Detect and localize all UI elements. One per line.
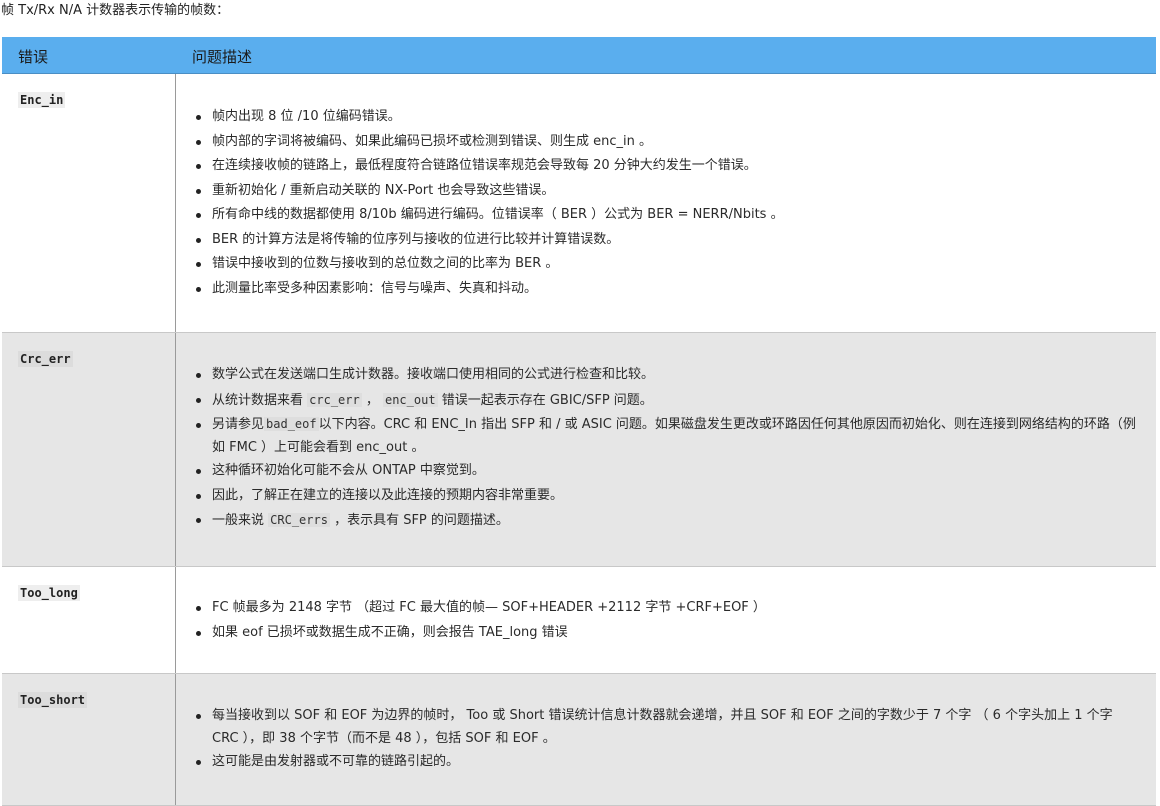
item-text: 错误一起表示存在 GBIC/SFP 问题。 xyxy=(437,392,653,408)
description-list: 帧内出现 8 位 /10 位编码错误。 帧内部的字词将被编码、如果此编码已损坏或… xyxy=(194,105,1142,301)
header-description: 问题描述 xyxy=(192,48,253,66)
table-row: Too_long FC 帧最多为 2148 字节 （超过 FC 最大值的帧— S… xyxy=(2,567,1156,674)
list-item: 因此，了解正在建立的连接以及此连接的预期内容非常重要。 xyxy=(194,484,1142,509)
list-item: 帧内部的字词将被编码、如果此编码已损坏或检测到错误、则生成 enc_in 。 xyxy=(194,130,1142,155)
error-code: Crc_err xyxy=(18,351,73,367)
list-item: 这可能是由发射器或不可靠的链路引起的。 xyxy=(194,750,1142,775)
list-item: 帧内出现 8 位 /10 位编码错误。 xyxy=(194,105,1142,130)
list-item: 重新初始化 / 重新启动关联的 NX-Port 也会导致这些错误。 xyxy=(194,179,1142,204)
list-item: 从统计数据来看 crc_err ， enc_out 错误一起表示存在 GBIC/… xyxy=(194,388,1142,414)
table-row: Too_short 每当接收到以 SOF 和 EOF 为边界的帧时， Too 或… xyxy=(2,674,1156,806)
list-item: 如果 eof 已损坏或数据生成不正确，则会报告 TAE_long 错误 xyxy=(194,621,1142,646)
error-code: Enc_in xyxy=(18,92,66,108)
header-error: 错误 xyxy=(18,48,49,66)
inline-code: enc_out xyxy=(382,392,438,407)
table-header: 错误 问题描述 xyxy=(2,37,1156,74)
item-text: ， xyxy=(361,392,383,408)
intro-text: 帧 Tx/Rx N/A 计数器表示传输的帧数： xyxy=(1,3,230,18)
description-list: 数学公式在发送端口生成计数器。接收端口使用相同的公式进行检查和比较。 从统计数据… xyxy=(194,363,1142,534)
list-item: 一般来说 CRC_errs ，表示具有 SFP 的问题描述。 xyxy=(194,508,1142,534)
description-list: FC 帧最多为 2148 字节 （超过 FC 最大值的帧— SOF+HEADER… xyxy=(194,596,1142,645)
item-text: ，表示具有 SFP 的问题描述。 xyxy=(329,513,509,528)
column-divider xyxy=(175,333,176,566)
column-divider xyxy=(175,674,176,805)
item-text: 一般来说 xyxy=(212,513,269,528)
error-code: Too_short xyxy=(18,692,88,708)
list-item: FC 帧最多为 2148 字节 （超过 FC 最大值的帧— SOF+HEADER… xyxy=(194,596,1142,621)
table-row: Enc_in 帧内出现 8 位 /10 位编码错误。 帧内部的字词将被编码、如果… xyxy=(2,74,1156,333)
list-item: 另请参见 bad_eof 以下内容。CRC 和 ENC_In 指出 SFP 和 / … xyxy=(194,413,1142,459)
inline-code: bad_eof xyxy=(264,417,319,431)
list-item: 错误中接收到的位数与接收到的总位数之间的比率为 BER 。 xyxy=(194,252,1142,277)
item-text: 从统计数据来看 xyxy=(212,392,308,408)
inline-code: crc_err xyxy=(307,392,362,407)
list-item: 在连续接收帧的链路上，最低程度符合链路位错误率规范会导致每 20 分钟大约发生一… xyxy=(194,154,1142,179)
list-item: 所有命中线的数据都使用 8/10b 编码进行编码。位错误率（ BER ）公式为 … xyxy=(194,203,1142,228)
description-list: 每当接收到以 SOF 和 EOF 为边界的帧时， Too 或 Short 错误统… xyxy=(194,704,1142,775)
list-item: BER 的计算方法是将传输的位序列与接收的位进行比较并计算错误数。 xyxy=(194,228,1142,253)
list-item: 数学公式在发送端口生成计数器。接收端口使用相同的公式进行检查和比较。 xyxy=(194,363,1142,388)
list-item: 每当接收到以 SOF 和 EOF 为边界的帧时， Too 或 Short 错误统… xyxy=(194,704,1142,750)
list-item: 此测量比率受多种因素影响：信号与噪声、失真和抖动。 xyxy=(194,277,1142,302)
table-row: Crc_err 数学公式在发送端口生成计数器。接收端口使用相同的公式进行检查和比… xyxy=(2,333,1156,567)
inline-code: CRC_errs xyxy=(268,513,330,527)
item-text: 以下内容。CRC 和 ENC_In 指出 SFP 和 / 或 ASIC 问题。如… xyxy=(212,417,1136,455)
column-divider xyxy=(175,74,176,332)
item-text: 另请参见 xyxy=(212,417,265,432)
error-code: Too_long xyxy=(18,585,80,601)
column-divider xyxy=(175,567,176,673)
list-item: 这种循环初始化可能不会从 ONTAP 中察觉到。 xyxy=(194,459,1142,484)
